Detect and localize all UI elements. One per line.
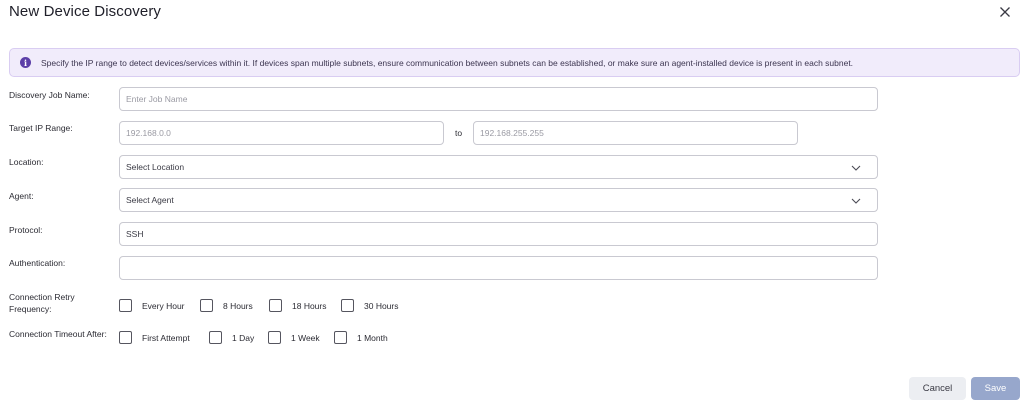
check-label: 8 Hours xyxy=(223,300,253,311)
checkbox[interactable] xyxy=(119,299,132,312)
checkbox[interactable] xyxy=(268,331,281,344)
checkbox[interactable] xyxy=(341,299,354,312)
timeout-option-1-month[interactable]: 1 Month xyxy=(334,331,388,344)
retry-frequency-label-line1: Connection Retry xyxy=(9,292,75,302)
check-label: 18 Hours xyxy=(292,300,327,311)
ip-range-separator: to xyxy=(455,128,463,138)
ip-range-from-input[interactable]: 192.168.0.0 xyxy=(119,121,444,145)
ip-range-to-placeholder: 192.168.255.255 xyxy=(480,128,544,138)
location-select[interactable]: Select Location xyxy=(119,155,878,179)
protocol-value: SSH xyxy=(126,229,144,239)
timeout-option-1-day[interactable]: 1 Day xyxy=(209,331,268,344)
retry-frequency-label-line2: Frequency: xyxy=(9,304,52,314)
protocol-input[interactable]: SSH xyxy=(119,222,878,246)
chevron-down-icon xyxy=(851,165,861,171)
check-label: 30 Hours xyxy=(364,300,399,311)
retry-option-8-hours[interactable]: 8 Hours xyxy=(200,299,269,312)
info-banner: i Specify the IP range to detect devices… xyxy=(9,48,1020,77)
job-name-placeholder: Enter Job Name xyxy=(126,94,188,104)
checkbox[interactable] xyxy=(119,331,132,344)
authentication-input[interactable] xyxy=(119,256,878,280)
cancel-button[interactable]: Cancel xyxy=(909,377,966,400)
location-select-value: Select Location xyxy=(126,162,185,172)
info-banner-text: Specify the IP range to detect devices/s… xyxy=(41,57,854,68)
check-label: 1 Week xyxy=(291,332,320,343)
chevron-down-icon xyxy=(851,198,861,204)
timeout-option-first-attempt[interactable]: First Attempt xyxy=(119,331,209,344)
page-title: New Device Discovery xyxy=(9,3,162,20)
retry-option-18-hours[interactable]: 18 Hours xyxy=(269,299,341,312)
agent-select-value: Select Agent xyxy=(126,195,174,205)
checkbox[interactable] xyxy=(209,331,222,344)
location-label: Location: xyxy=(9,157,44,167)
retry-option-30-hours[interactable]: 30 Hours xyxy=(341,299,399,312)
checkbox[interactable] xyxy=(334,331,347,344)
job-name-input[interactable]: Enter Job Name xyxy=(119,87,878,111)
ip-range-label: Target IP Range: xyxy=(9,123,73,133)
timeout-option-1-week[interactable]: 1 Week xyxy=(268,331,334,344)
check-label: 1 Day xyxy=(232,332,255,343)
info-icon: i xyxy=(20,57,31,68)
retry-option-every-hour[interactable]: Every Hour xyxy=(119,299,200,312)
checkbox[interactable] xyxy=(269,299,282,312)
ip-range-to-input[interactable]: 192.168.255.255 xyxy=(473,121,798,145)
authentication-label: Authentication: xyxy=(9,258,66,268)
timeout-after-label: Connection Timeout After: xyxy=(9,329,107,339)
check-label: First Attempt xyxy=(142,332,190,343)
agent-select[interactable]: Select Agent xyxy=(119,188,878,212)
close-icon xyxy=(1000,7,1010,17)
close-button[interactable] xyxy=(995,2,1015,22)
protocol-label: Protocol: xyxy=(9,225,43,235)
check-label: Every Hour xyxy=(142,300,185,311)
save-button[interactable]: Save xyxy=(971,377,1020,400)
check-label: 1 Month xyxy=(357,332,388,343)
agent-label: Agent: xyxy=(9,191,34,201)
ip-range-from-placeholder: 192.168.0.0 xyxy=(126,128,171,138)
checkbox[interactable] xyxy=(200,299,213,312)
job-name-label: Discovery Job Name: xyxy=(9,90,90,100)
retry-frequency-options: Every Hour 8 Hours 18 Hours 30 Hours xyxy=(119,299,399,312)
timeout-after-options: First Attempt 1 Day 1 Week 1 Month xyxy=(119,331,388,344)
